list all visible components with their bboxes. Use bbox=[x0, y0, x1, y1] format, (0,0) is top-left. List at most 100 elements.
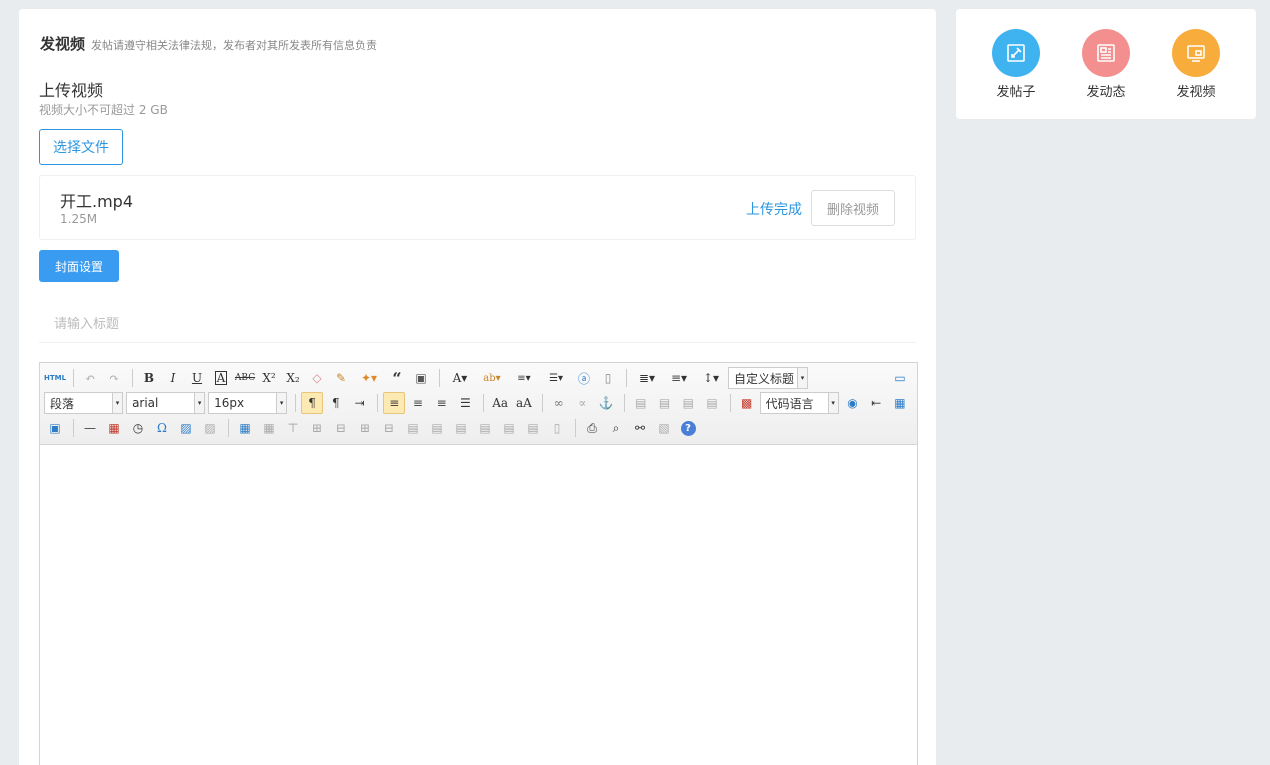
scrawl-icon[interactable]: ▨ bbox=[199, 417, 221, 439]
auto-format-icon[interactable]: ✦▾ bbox=[354, 367, 384, 389]
background-color-icon[interactable]: ab▾ bbox=[477, 367, 507, 389]
split-cells-icon[interactable]: ▤ bbox=[474, 417, 496, 439]
insert-frame-icon[interactable]: ▣ bbox=[44, 417, 66, 439]
paste-plain-icon[interactable]: ▣ bbox=[410, 367, 432, 389]
uppercase-icon[interactable]: Aa bbox=[489, 392, 511, 414]
drafts-icon[interactable]: ▧ bbox=[653, 417, 675, 439]
insert-video-icon[interactable]: ◉ bbox=[842, 392, 864, 414]
upload-status: 上传完成 bbox=[746, 202, 802, 218]
page-notice: 发帖请遵守相关法律法规，发布者对其所发表所有信息负责 bbox=[91, 39, 378, 52]
paragraph-select[interactable]: 段落 ▾ bbox=[44, 392, 124, 414]
toolbar-separator bbox=[295, 394, 297, 412]
align-right-icon[interactable]: ≡ bbox=[431, 392, 453, 414]
blockquote-icon[interactable]: “ bbox=[386, 367, 408, 389]
merge-cells-icon[interactable]: ▤ bbox=[402, 417, 424, 439]
horizontal-rule-icon[interactable]: — bbox=[79, 417, 101, 439]
merge-down-icon[interactable]: ▤ bbox=[450, 417, 472, 439]
font-border-icon[interactable]: A bbox=[210, 367, 232, 389]
cover-settings-button[interactable]: 封面设置 bbox=[39, 250, 119, 282]
insert-table-icon[interactable]: ▦ bbox=[234, 417, 256, 439]
toolbar-row-1: HTML ↶ ↷ B I U A ABC X² X₂ ◇ ✎ ✦▾ “ ▣ A▾… bbox=[44, 367, 913, 389]
chart-icon[interactable]: ▯ bbox=[546, 417, 568, 439]
split-cols-icon[interactable]: ▤ bbox=[522, 417, 544, 439]
font-color-icon[interactable]: A▾ bbox=[445, 367, 475, 389]
search-replace-icon[interactable]: ⚯ bbox=[629, 417, 651, 439]
publish-dynamic-option[interactable]: 发动态 bbox=[1066, 29, 1146, 100]
choose-file-button[interactable]: 选择文件 bbox=[39, 129, 123, 165]
select-all-icon[interactable]: ⓐ bbox=[573, 367, 595, 389]
redo-icon[interactable]: ↷ bbox=[103, 367, 125, 389]
time-icon[interactable]: ◷ bbox=[127, 417, 149, 439]
image-upload-icon[interactable]: ▨ bbox=[175, 417, 197, 439]
format-painter-icon[interactable]: ✎ bbox=[330, 367, 352, 389]
image-left-icon[interactable]: ▤ bbox=[654, 392, 676, 414]
link-icon[interactable]: ∞ bbox=[548, 392, 570, 414]
image-right-icon[interactable]: ▤ bbox=[677, 392, 699, 414]
insert-image-icon[interactable]: ▩ bbox=[736, 392, 758, 414]
font-size-select[interactable]: 16px ▾ bbox=[208, 392, 288, 414]
custom-heading-select[interactable]: 自定义标题 ▾ bbox=[728, 367, 808, 389]
align-justify-icon[interactable]: ☰ bbox=[455, 392, 477, 414]
indent-icon[interactable]: ⇥ bbox=[349, 392, 371, 414]
eraser-icon[interactable]: ◇ bbox=[306, 367, 328, 389]
preview-icon[interactable]: ⌕ bbox=[605, 417, 627, 439]
align-left-icon[interactable]: ≡ bbox=[383, 392, 406, 414]
lowercase-icon[interactable]: aA bbox=[513, 392, 535, 414]
template-icon[interactable]: ▦ bbox=[889, 392, 911, 414]
merge-right-icon[interactable]: ▤ bbox=[426, 417, 448, 439]
direction-rtl-icon[interactable]: ¶ bbox=[325, 392, 347, 414]
delete-row-icon[interactable]: ⊟ bbox=[330, 417, 352, 439]
toolbar-separator bbox=[228, 419, 229, 437]
publish-video-option[interactable]: 发视频 bbox=[1156, 29, 1236, 100]
date-icon[interactable]: ▦ bbox=[103, 417, 125, 439]
editor-content-area[interactable] bbox=[40, 445, 917, 765]
delete-table-icon[interactable]: ▦ bbox=[258, 417, 280, 439]
delete-video-button[interactable]: 删除视频 bbox=[811, 190, 895, 226]
publish-post-option[interactable]: 发帖子 bbox=[976, 29, 1056, 100]
fullscreen-icon[interactable]: ▭ bbox=[889, 367, 911, 389]
print-icon[interactable]: ⎙ bbox=[581, 417, 603, 439]
undo-icon[interactable]: ↶ bbox=[79, 367, 101, 389]
split-rows-icon[interactable]: ▤ bbox=[498, 417, 520, 439]
delete-col-icon[interactable]: ⊟ bbox=[378, 417, 400, 439]
toolbar-row-2: 段落 ▾ arial ▾ 16px ▾ ¶ ¶ ⇥ ≡ ≡ ≡ ☰ Aa aA … bbox=[44, 392, 913, 414]
align-center-icon[interactable]: ≡ bbox=[407, 392, 429, 414]
image-center-icon[interactable]: ▤ bbox=[701, 392, 723, 414]
insert-row-icon[interactable]: ⊞ bbox=[306, 417, 328, 439]
ordered-list-icon[interactable]: ≡▾ bbox=[509, 367, 539, 389]
uploaded-file-item: 开工.mp4 1.25M 上传完成 删除视频 bbox=[39, 175, 916, 240]
publish-dynamic-label: 发动态 bbox=[1086, 85, 1126, 100]
code-language-select[interactable]: 代码语言 ▾ bbox=[759, 392, 839, 414]
font-family-select[interactable]: arial ▾ bbox=[126, 392, 206, 414]
special-chars-icon[interactable]: Ω bbox=[151, 417, 173, 439]
font-size-value: 16px bbox=[214, 396, 245, 410]
image-none-icon[interactable]: ▤ bbox=[630, 392, 652, 414]
row-spacing-bottom-icon[interactable]: ≡▾ bbox=[664, 367, 694, 389]
insert-paragraph-before-table-icon[interactable]: ⊤ bbox=[282, 417, 304, 439]
html-source-button[interactable]: HTML bbox=[44, 367, 66, 389]
file-name: 开工.mp4 bbox=[60, 192, 134, 211]
paragraph-value: 段落 bbox=[50, 396, 75, 411]
superscript-icon[interactable]: X² bbox=[258, 367, 280, 389]
line-height-icon[interactable]: ↕▾ bbox=[696, 367, 726, 389]
page-break-icon[interactable]: ⇤ bbox=[865, 392, 887, 414]
subscript-icon[interactable]: X₂ bbox=[282, 367, 304, 389]
help-icon[interactable]: ? bbox=[677, 417, 699, 439]
unlink-icon[interactable]: ∝ bbox=[571, 392, 593, 414]
underline-icon[interactable]: U bbox=[186, 367, 208, 389]
row-spacing-top-icon[interactable]: ≣▾ bbox=[632, 367, 662, 389]
direction-ltr-icon[interactable]: ¶ bbox=[301, 392, 323, 414]
insert-col-icon[interactable]: ⊞ bbox=[354, 417, 376, 439]
bold-icon[interactable]: B bbox=[138, 367, 160, 389]
clear-doc-icon[interactable]: ▯ bbox=[597, 367, 619, 389]
anchor-icon[interactable]: ⚓ bbox=[595, 392, 617, 414]
unordered-list-icon[interactable]: ☰▾ bbox=[541, 367, 571, 389]
toolbar-separator bbox=[575, 419, 576, 437]
publish-video-label: 发视频 bbox=[1176, 85, 1216, 100]
upload-section-title: 上传视频 bbox=[39, 81, 104, 100]
italic-icon[interactable]: I bbox=[162, 367, 184, 389]
strikethrough-icon[interactable]: ABC bbox=[234, 367, 256, 389]
title-input[interactable] bbox=[39, 307, 916, 343]
toolbar-separator bbox=[483, 394, 485, 412]
font-family-value: arial bbox=[132, 396, 159, 410]
